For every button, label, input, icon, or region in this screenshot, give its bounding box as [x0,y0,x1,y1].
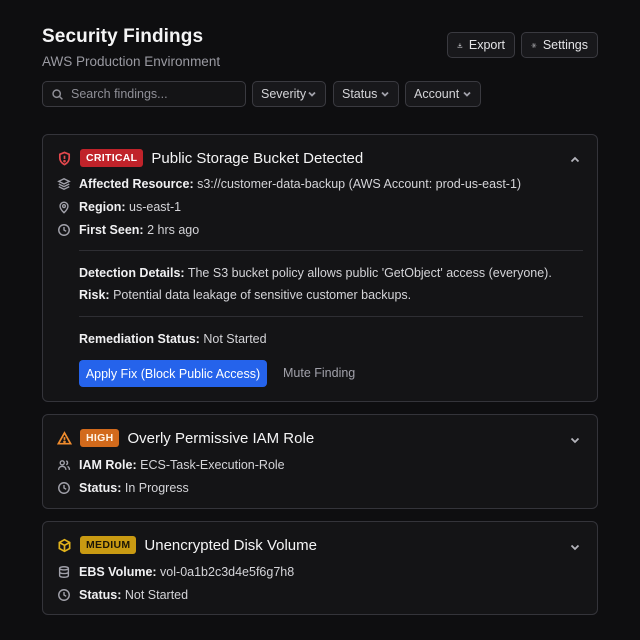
clock-icon [58,482,70,494]
chevron-down-icon [463,91,471,97]
clock-icon [58,589,70,601]
affected-resource-row: Affected Resource: s3://customer-data-ba… [57,177,521,191]
search-icon [52,88,63,100]
finding-header[interactable]: MEDIUM Unencrypted Disk Volume [57,536,317,554]
severity-filter[interactable]: Severity [252,81,326,107]
status-filter-label: Status [342,87,378,101]
apply-fix-button[interactable]: Apply Fix (Block Public Access) [79,360,267,387]
box-icon [57,538,72,553]
finding-title: Unencrypted Disk Volume [144,536,317,554]
mute-finding-button[interactable]: Mute Finding [283,366,355,380]
region-row: Region: us-east-1 [57,200,181,214]
settings-button[interactable]: Settings [521,32,598,58]
field-label: Affected Resource: [79,177,194,191]
field-label: Status: [79,481,122,495]
database-icon [58,566,70,578]
finding-title: Overly Permissive IAM Role [127,429,315,447]
remediation-label: Remediation Status: [79,332,200,346]
field-label: First Seen: [79,223,144,237]
ebs-volume-row: EBS Volume: vol-0a1b2c3d4e5f6g7h8 [57,565,294,579]
search-box [42,81,246,107]
field-label: Region: [79,200,126,214]
chevron-down-icon[interactable] [569,433,581,445]
finding-header[interactable]: CRITICAL Public Storage Bucket Detected [57,149,363,167]
users-icon [57,460,71,470]
field-value: Not Started [124,588,189,602]
detection-label: Detection Details: [79,266,185,280]
detection-value: The S3 bucket policy allows public 'GetO… [187,266,552,280]
remediation-status: Remediation Status: Not Started [79,332,267,346]
field-value: 2 hrs ago [147,223,200,237]
status-row: Status: In Progress [57,481,189,495]
page-subtitle: AWS Production Environment [42,54,221,69]
clock-icon [58,224,70,236]
chevron-down-icon[interactable] [569,540,581,552]
chevron-down-icon [308,91,316,97]
download-icon [457,42,463,48]
field-value: ECS-Task-Execution-Role [140,458,285,472]
field-value: In Progress [124,481,189,495]
divider [79,316,583,317]
detection-details: Detection Details: The S3 bucket policy … [79,266,552,280]
severity-badge: HIGH [80,429,120,447]
finding-card-critical: CRITICAL Public Storage Bucket Detected … [42,134,598,402]
settings-label: Settings [542,38,588,52]
first-seen-row: First Seen: 2 hrs ago [57,223,199,237]
field-label: EBS Volume: [79,565,157,579]
finding-title: Public Storage Bucket Detected [151,149,364,167]
field-value: vol-0a1b2c3d4e5f6g7h8 [160,565,295,579]
severity-badge: CRITICAL [80,149,144,167]
export-button[interactable]: Export [447,32,515,58]
layers-icon [57,177,71,191]
status-filter[interactable]: Status [333,81,399,107]
page-header: Security Findings AWS Production Environ… [42,26,220,69]
field-label: Status: [79,588,122,602]
account-filter-label: Account [414,87,460,101]
gear-icon [531,42,537,48]
remediation-value: Not Started [203,332,267,346]
status-row: Status: Not Started [57,588,188,602]
warning-triangle-icon [57,430,72,446]
risk-value: Potential data leakage of sensitive cust… [113,288,412,302]
iam-role-row: IAM Role: ECS-Task-Execution-Role [57,458,285,472]
finding-card-medium: MEDIUM Unencrypted Disk Volume EBS Volum… [42,521,598,615]
field-value: us-east-1 [129,200,182,214]
export-label: Export [468,38,505,52]
field-value: s3://customer-data-backup (AWS Account: … [197,177,522,191]
severity-badge: MEDIUM [80,536,137,554]
chevron-up-icon[interactable] [569,153,581,165]
finding-card-high: HIGH Overly Permissive IAM Role IAM Role… [42,414,598,509]
risk-details: Risk: Potential data leakage of sensitiv… [79,288,411,302]
account-filter[interactable]: Account [405,81,481,107]
divider [79,250,583,251]
finding-header[interactable]: HIGH Overly Permissive IAM Role [57,429,314,447]
search-input[interactable] [71,87,231,101]
risk-label: Risk: [79,288,110,302]
map-pin-icon [59,201,69,214]
shield-alert-icon [57,150,72,166]
severity-filter-label: Severity [261,87,307,101]
field-label: IAM Role: [79,458,137,472]
chevron-down-icon [381,91,389,97]
page-title: Security Findings [42,26,204,47]
